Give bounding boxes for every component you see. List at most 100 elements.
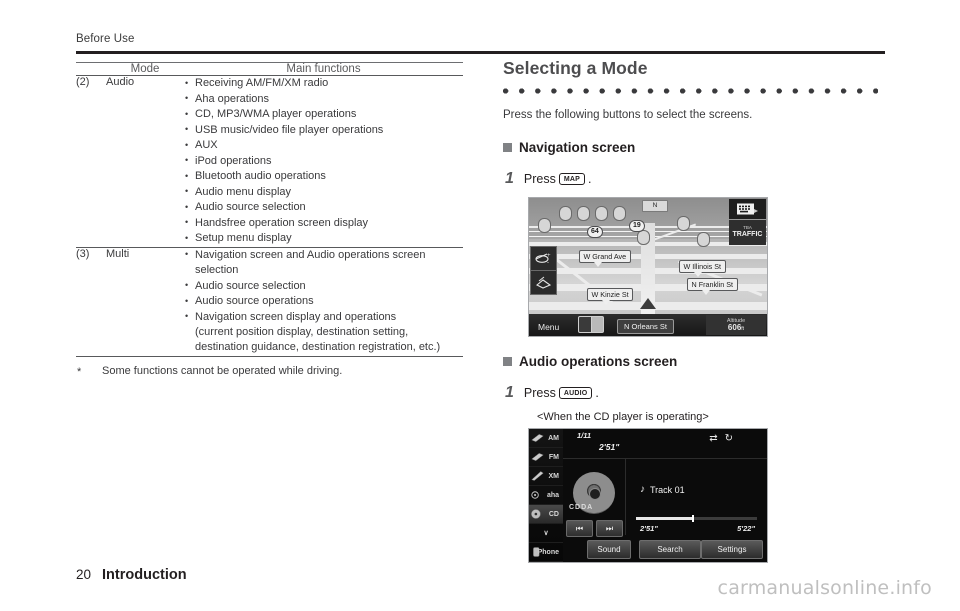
list-item: iPod operations [184, 153, 463, 169]
watermark: carmanualsonline.info [717, 577, 932, 599]
list-item-continuation: (current position display, destination s… [195, 326, 441, 353]
row-functions: Navigation screen and Audio operations s… [184, 247, 463, 356]
audio-main-area: CDDA ⏮ ⏭ ♪ Track 01 2'51" 5'22" [563, 458, 767, 537]
list-item: Audio menu display [184, 184, 463, 200]
square-bullet-icon [503, 357, 512, 366]
map-poi-icon [577, 206, 590, 221]
elapsed-time: 2'51" [640, 524, 658, 533]
track-info-pane: ♪ Track 01 2'51" 5'22" [626, 458, 767, 535]
col-header-mode: Mode [130, 63, 160, 75]
row-number: (3) [76, 247, 90, 260]
map-poi-icon [677, 216, 690, 231]
step-text: Press AUDIO . [524, 386, 599, 400]
vehicle-position-icon [640, 298, 656, 309]
disc-format-label: CDDA [569, 504, 594, 511]
functions-table: Mode Main functions (2) Audio Receiving … [76, 62, 463, 356]
sidebar-item-cd[interactable]: CD [529, 505, 563, 524]
street-label-bubble: W Grand Ave [579, 250, 631, 267]
map-poi-icon [637, 230, 650, 245]
altitude-unit: ft [741, 325, 745, 332]
left-column: Mode Main functions (2) Audio Receiving … [76, 62, 466, 379]
map-poi-icon [595, 206, 608, 221]
svg-text:-: - [547, 260, 549, 265]
zoom-control-button[interactable]: + - [530, 246, 557, 271]
step-audio: 1 Press AUDIO . [505, 384, 885, 402]
sidebar-item-label: AM [548, 434, 559, 442]
page-section-name: Introduction [102, 567, 187, 583]
step-text-after: . [588, 172, 592, 186]
step-text-before: Press [523, 386, 556, 400]
sidebar-item-xm[interactable]: XM [529, 467, 563, 486]
repeat-icon[interactable]: ↻ [725, 433, 733, 444]
audio-bottom-bar: Sound Search Settings [563, 535, 767, 562]
sidebar-item-phone[interactable]: Phone [529, 543, 563, 562]
menu-button[interactable]: Menu [538, 322, 559, 332]
playback-mode-icons: ⇄ ↻ [709, 433, 733, 444]
step-number: 1 [505, 384, 514, 401]
settings-button[interactable]: Settings [701, 540, 763, 559]
sidebar-item-label: XM [548, 472, 560, 480]
table-footnote: * Some functions cannot be operated whil… [76, 364, 466, 379]
footnote-text: Some functions cannot be operated while … [102, 364, 343, 377]
disc-pane: CDDA ⏮ ⏭ [563, 458, 626, 537]
track-title-row: ♪ Track 01 [640, 484, 685, 495]
keyboard-icon[interactable] [729, 199, 766, 219]
list-item: Audio source operations [184, 294, 463, 309]
list-item: Navigation screen display and operations [184, 309, 463, 325]
street-label-bubble: W Illinois St [679, 260, 726, 277]
shuffle-icon[interactable]: ⇄ [709, 433, 717, 444]
list-item-continuation: selection [195, 264, 239, 276]
list-item: AUX [184, 138, 463, 153]
list-item: CD, MP3/WMA player operations [184, 107, 463, 122]
sound-button[interactable]: Sound [587, 540, 631, 559]
audio-screen-caption: <When the CD player is operating> [537, 411, 709, 423]
compass-indicator: N [642, 200, 668, 212]
track-number: 1/11 [577, 431, 592, 440]
running-head: Before Use [76, 33, 135, 45]
list-item: Aha operations [184, 91, 463, 107]
altitude-value: 606 [727, 322, 742, 332]
subsection-heading-label: Navigation screen [519, 140, 636, 155]
header-rule [76, 51, 885, 54]
sidebar-item-label: aha [546, 491, 559, 499]
section-title: Selecting a Mode [503, 58, 648, 78]
split-screen-icon[interactable] [578, 316, 604, 333]
subsection-heading-label: Audio operations screen [519, 354, 678, 369]
sidebar-item-aha[interactable]: aha [529, 486, 563, 505]
list-item: USB music/video file player operations [184, 122, 463, 138]
table-header-row: Mode Main functions [76, 62, 463, 76]
table-row: (3) Multi Navigation screen and Audio op… [76, 247, 463, 356]
sidebar-item-label: CD [548, 510, 559, 518]
total-time: 5'22" [737, 524, 755, 533]
audio-screen-image: AM FM XM aha CD ∨ Phone 1/11 2'51" ⇄ ↻ C… [528, 428, 768, 563]
sidebar-item-fm[interactable]: FM [529, 448, 563, 467]
map-hardkey-icon: MAP [558, 173, 586, 185]
map-poi-icon [697, 232, 710, 247]
search-button[interactable]: Search [639, 540, 701, 559]
sidebar-item-more[interactable]: ∨ [529, 524, 563, 543]
svg-text:+: + [547, 253, 551, 259]
progress-bar[interactable] [636, 515, 757, 522]
audio-source-sidebar: AM FM XM aha CD ∨ Phone [529, 429, 563, 562]
traffic-button[interactable]: TBA TRAFFIC [729, 220, 766, 245]
navigation-screen-image: N 64 19 W Grand Ave W Illinois St N Fran… [528, 197, 768, 337]
table-row: (2) Audio Receiving AM/FM/XM radio Aha o… [76, 75, 463, 248]
row-mode: Multi [106, 247, 130, 260]
footnote-marker: * [77, 365, 82, 378]
step-text-after: . [595, 386, 599, 400]
route-shield: 19 [629, 220, 645, 232]
map-view-button[interactable] [530, 270, 557, 295]
map-poi-icon [559, 206, 572, 221]
chevron-down-icon: ∨ [543, 530, 549, 537]
list-item: Audio source selection [184, 278, 463, 294]
step-text: Press MAP . [524, 172, 592, 186]
track-title: Track 01 [650, 484, 685, 495]
street-label-bubble: W Kinzie St [587, 288, 634, 305]
col-header-num [76, 63, 106, 76]
sidebar-item-am[interactable]: AM [529, 429, 563, 448]
map-poi-icon [613, 206, 626, 221]
sidebar-item-label: FM [548, 453, 559, 461]
map-poi-icon [538, 218, 551, 233]
page-number: 20 [76, 567, 92, 582]
page-footer: 20 Introduction [76, 567, 187, 583]
